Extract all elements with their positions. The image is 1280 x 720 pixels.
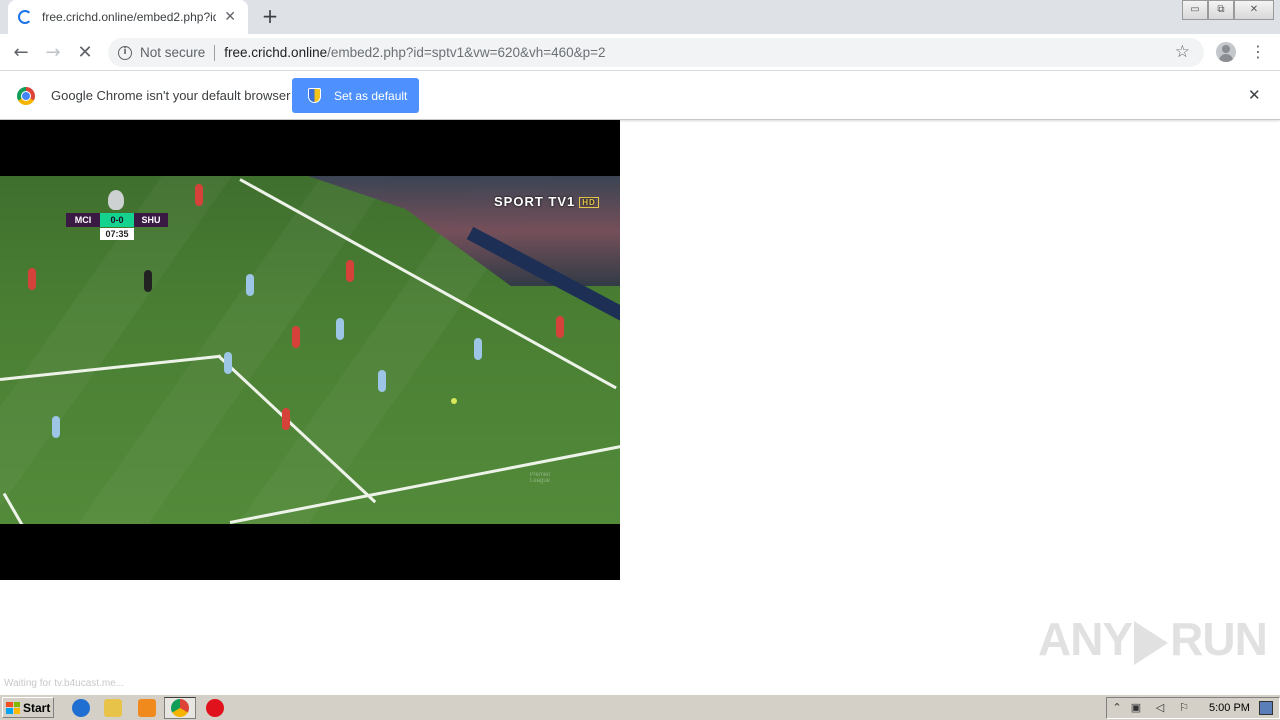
- match-score: 0-0: [100, 213, 134, 227]
- play-icon: [1134, 620, 1169, 665]
- match-clock: 07:35: [100, 228, 134, 240]
- stop-loading-button[interactable]: ✕: [72, 40, 98, 66]
- taskbar-chrome-button[interactable]: [164, 697, 196, 719]
- ball: [451, 398, 457, 404]
- forward-button[interactable]: →: [40, 40, 66, 66]
- tray-expand-icon[interactable]: ⌃: [1110, 701, 1124, 715]
- player-figure: [224, 352, 232, 374]
- tab-strip: free.crichd.online/embed2.php?id=sptv1 ✕…: [0, 0, 1280, 34]
- info-icon[interactable]: i: [118, 45, 132, 60]
- media-player-icon[interactable]: [138, 699, 156, 717]
- player-figure: [52, 416, 60, 438]
- chrome-menu-icon[interactable]: ⋮: [1250, 40, 1266, 64]
- channel-logo: SPORT TV1 HD: [494, 194, 599, 209]
- uac-shield-icon: [308, 88, 321, 103]
- window-close-button[interactable]: ✕: [1234, 0, 1274, 20]
- league-watermark: Premier League: [529, 472, 551, 484]
- taskbar: Start ⌃ ▣ ◁ ⚐ 5:00 PM: [0, 694, 1280, 720]
- network-icon[interactable]: ▣: [1129, 701, 1143, 715]
- show-desktop-icon[interactable]: [1259, 701, 1273, 715]
- address-bar[interactable]: i Not secure free.crichd.online/embed2.p…: [108, 38, 1204, 67]
- start-button[interactable]: Start: [2, 697, 54, 718]
- referee-figure: [144, 270, 152, 292]
- taskbar-clock[interactable]: 5:00 PM: [1209, 702, 1250, 714]
- tab-close-icon[interactable]: ✕: [222, 9, 238, 25]
- player-figure: [474, 338, 482, 360]
- player-figure: [282, 408, 290, 430]
- browser-tab[interactable]: free.crichd.online/embed2.php?id=sptv1 ✕: [8, 0, 248, 34]
- player-figure: [292, 326, 300, 348]
- start-label: Start: [23, 700, 51, 715]
- away-team: SHU: [134, 213, 168, 227]
- tab-title: free.crichd.online/embed2.php?id=sptv1: [42, 10, 217, 24]
- action-center-flag-icon[interactable]: ⚐: [1177, 701, 1191, 715]
- set-as-default-button[interactable]: Set as default: [292, 78, 419, 113]
- volume-icon[interactable]: ◁: [1153, 701, 1167, 715]
- video-frame[interactable]: MCI 0-0 SHU 07:35 SPORT TV1 HD Premier Le…: [0, 176, 620, 524]
- back-button[interactable]: ←: [8, 40, 34, 66]
- infobar-close-icon[interactable]: ✕: [1248, 86, 1261, 104]
- channel-hd-badge: HD: [579, 197, 599, 209]
- infobar-message: Google Chrome isn't your default browser: [51, 88, 291, 103]
- file-explorer-icon[interactable]: [104, 699, 122, 717]
- video-player[interactable]: MCI 0-0 SHU 07:35 SPORT TV1 HD Premier Le…: [0, 120, 620, 580]
- profile-avatar-icon[interactable]: [1216, 42, 1236, 62]
- anyrun-watermark: ANY RUN: [1038, 612, 1268, 666]
- pitch-line: [2, 492, 26, 524]
- minimize-button[interactable]: ▭: [1182, 0, 1208, 20]
- chrome-logo-icon: [17, 87, 35, 105]
- player-figure: [336, 318, 344, 340]
- restore-button[interactable]: ⧉: [1208, 0, 1234, 20]
- player-figure: [28, 268, 36, 290]
- browser-toolbar: ← → ✕ i Not secure free.crichd.online/em…: [0, 34, 1280, 71]
- status-bar: Waiting for tv.b4ucast.me...: [4, 678, 125, 689]
- set-as-default-label: Set as default: [334, 88, 408, 103]
- player-figure: [195, 184, 203, 206]
- bookmark-star-icon[interactable]: ☆: [1175, 42, 1190, 62]
- internet-explorer-icon[interactable]: [72, 699, 90, 717]
- loading-spinner-icon: [18, 10, 32, 24]
- url-path[interactable]: /embed2.php?id=sptv1&vw=620&vh=460&p=2: [327, 45, 605, 60]
- player-figure: [346, 260, 354, 282]
- player-figure: [556, 316, 564, 338]
- player-figure: [378, 370, 386, 392]
- opera-icon[interactable]: [206, 699, 224, 717]
- watermark-left: ANY: [1038, 613, 1133, 665]
- chrome-icon: [171, 699, 189, 717]
- player-figure: [246, 274, 254, 296]
- omnibox-separator: [214, 44, 216, 61]
- home-team: MCI: [66, 213, 100, 227]
- scoreboard: MCI 0-0 SHU: [66, 213, 168, 227]
- channel-name: SPORT TV1: [494, 194, 576, 209]
- premier-league-badge-icon: [108, 190, 124, 210]
- url-host[interactable]: free.crichd.online: [224, 45, 327, 60]
- windows-logo-icon: [6, 701, 20, 714]
- system-tray: ⌃ ▣ ◁ ⚐ 5:00 PM: [1106, 697, 1280, 719]
- default-browser-infobar: Google Chrome isn't your default browser…: [0, 71, 1280, 120]
- security-label[interactable]: Not secure: [140, 45, 205, 60]
- new-tab-button[interactable]: +: [258, 4, 282, 28]
- watermark-right: RUN: [1170, 613, 1268, 665]
